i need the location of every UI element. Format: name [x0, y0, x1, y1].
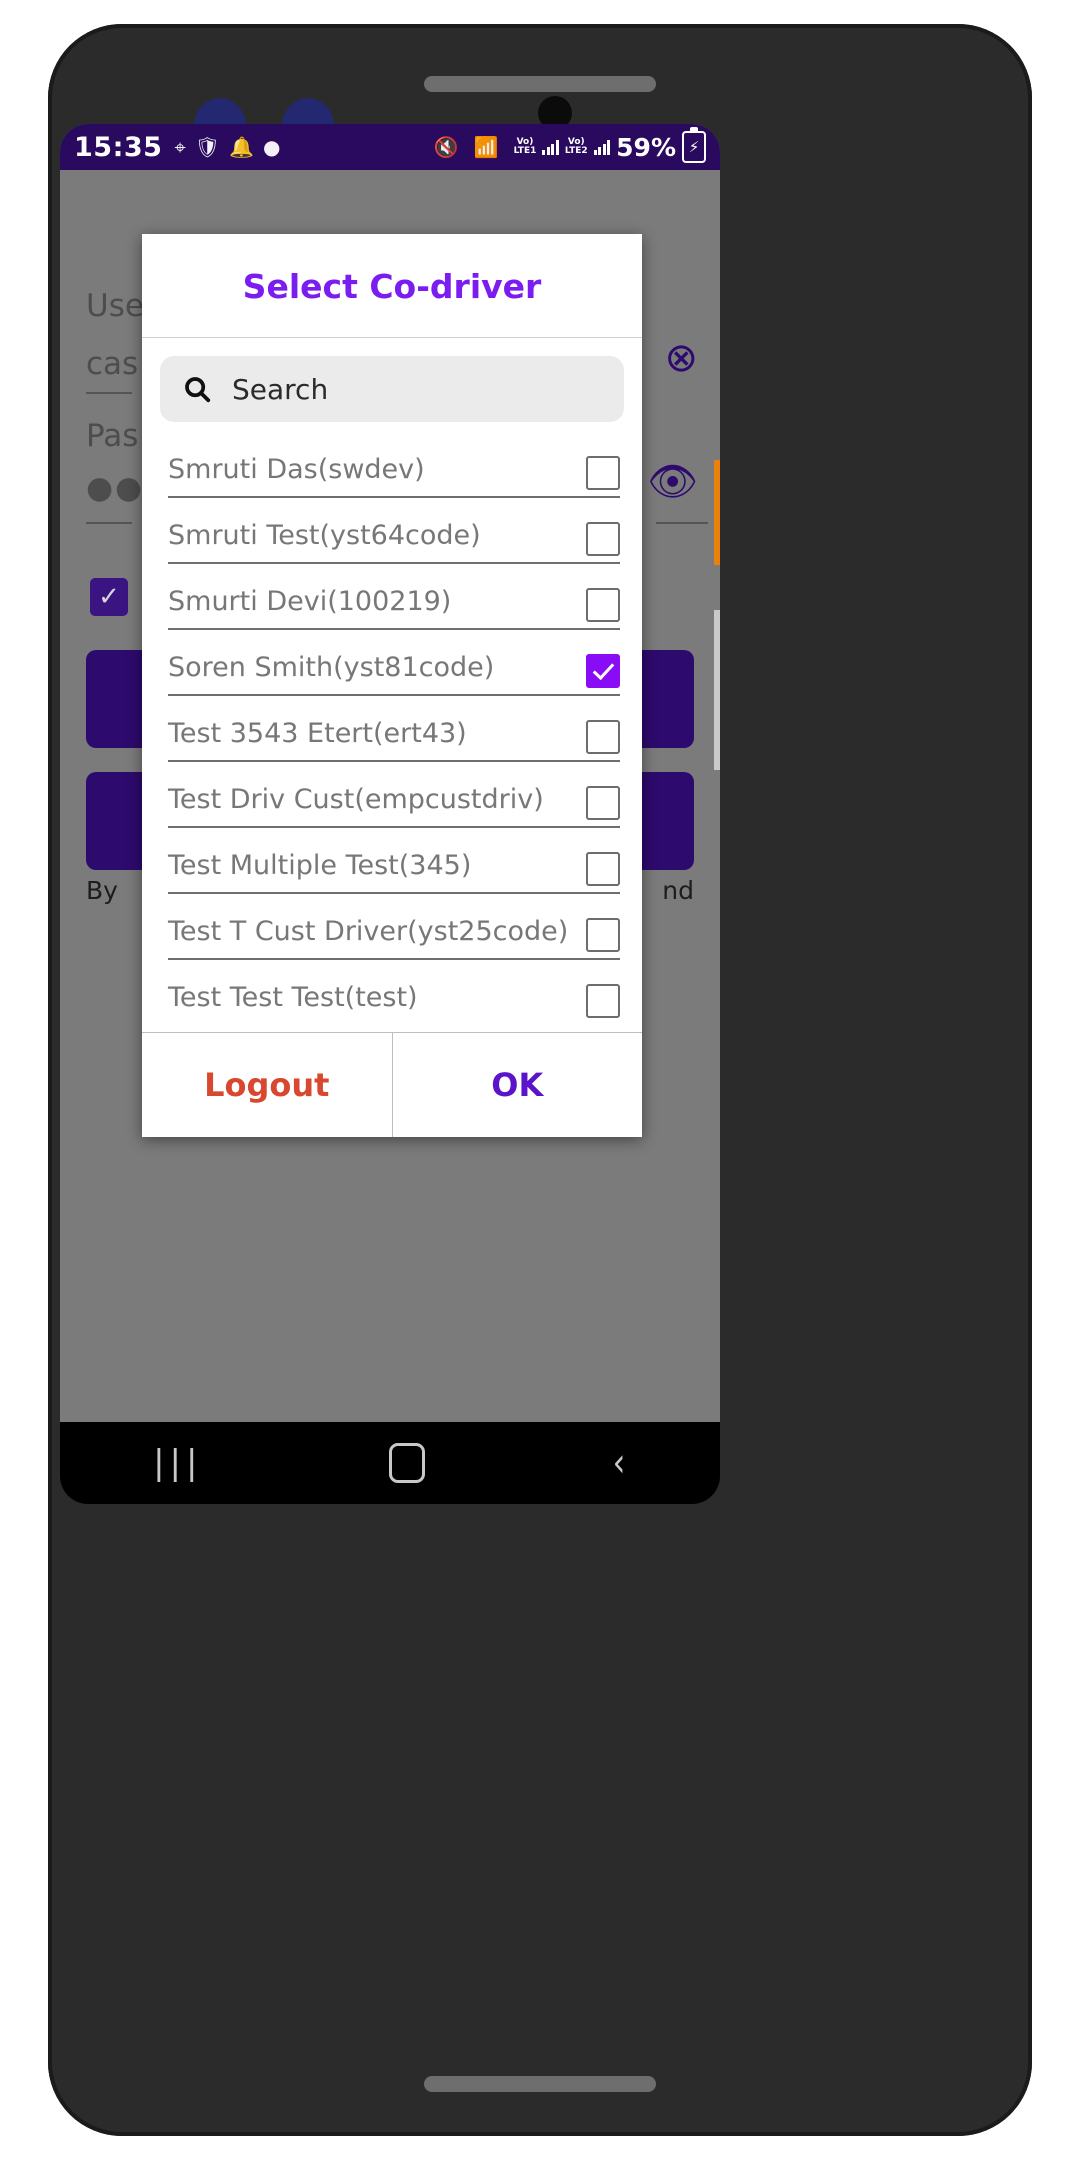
- clear-circle-icon[interactable]: ⊗: [664, 338, 698, 378]
- checkbox-unchecked[interactable]: [586, 984, 620, 1018]
- status-bar: 15:35 ⌖ 🛡 🔔 ● 🔇 📶 Vo) LTE1 Vo) LTE2 59% …: [60, 124, 720, 170]
- android-nav-bar: ||| ‹: [60, 1422, 720, 1504]
- search-input[interactable]: [230, 371, 602, 407]
- username-label: Use: [86, 288, 144, 324]
- phone-screen: 15:35 ⌖ 🛡 🔔 ● 🔇 📶 Vo) LTE1 Vo) LTE2 59% …: [60, 124, 720, 1422]
- search-box[interactable]: [160, 356, 624, 422]
- sim1-bars-icon: [542, 139, 559, 155]
- battery-percent-label: 59%: [616, 132, 676, 162]
- logout-button[interactable]: Logout: [142, 1033, 393, 1137]
- eye-icon[interactable]: 👁: [647, 462, 698, 502]
- list-item-label: Smruti Test(yst64code): [168, 520, 481, 551]
- ok-button[interactable]: OK: [392, 1033, 642, 1137]
- dialog-footer: Logout OK: [142, 1032, 642, 1137]
- list-item-label: Test Test Test(test): [168, 982, 418, 1013]
- checkbox-unchecked[interactable]: [586, 456, 620, 490]
- username-value: cas: [86, 346, 139, 382]
- list-item-label: Soren Smith(yst81code): [168, 652, 495, 683]
- wifi-icon: 📶: [473, 135, 499, 159]
- list-item[interactable]: Smruti Test(yst64code): [160, 498, 624, 562]
- list-item[interactable]: Soren Smith(yst81code): [160, 630, 624, 694]
- list-item[interactable]: Smruti Das(swdev): [160, 432, 624, 496]
- password-underline-right: [656, 522, 708, 524]
- orange-accent-strip: [714, 460, 720, 565]
- remember-me-checkbox[interactable]: ✓: [90, 578, 128, 616]
- list-item-label: Test Multiple Test(345): [168, 850, 472, 881]
- checkbox-unchecked[interactable]: [586, 522, 620, 556]
- checkbox-unchecked[interactable]: [586, 786, 620, 820]
- password-underline: [86, 522, 132, 524]
- sim1-signal: Vo) LTE1: [514, 138, 537, 156]
- sim2-signal: Vo) LTE2: [565, 138, 588, 156]
- list-item[interactable]: Test Multiple Test(345): [160, 828, 624, 892]
- list-item[interactable]: Test Driv Cust(empcustdriv): [160, 762, 624, 826]
- volume-mute-icon: 🔇: [433, 135, 459, 159]
- login-screen-background: Use cas ⊗ Pas ●●●● 👁 ✓ By nd Select Co-d…: [60, 170, 720, 1340]
- consent-text-right: nd: [662, 876, 694, 905]
- search-icon: [182, 374, 212, 404]
- home-icon[interactable]: [388, 1443, 425, 1483]
- bottom-speaker: [424, 2076, 656, 2092]
- checkbox-unchecked[interactable]: [586, 852, 620, 886]
- list-item-label: Test Driv Cust(empcustdriv): [168, 784, 544, 815]
- battery-charging-icon: ⚡: [682, 131, 706, 163]
- shield-icon: 🛡: [194, 135, 221, 159]
- list-item-label: Test 3543 Etert(ert43): [168, 718, 467, 749]
- list-item[interactable]: Smurti Devi(100219): [160, 564, 624, 628]
- list-item-label: Smurti Devi(100219): [168, 586, 452, 617]
- status-right-group: 🔇 📶 Vo) LTE1 Vo) LTE2 59% ⚡: [434, 131, 706, 163]
- list-item[interactable]: Test T Cust Driver(yst25code): [160, 894, 624, 958]
- checkbox-unchecked[interactable]: [586, 588, 620, 622]
- dot-icon: ●: [263, 135, 281, 159]
- sim2-bars-icon: [593, 139, 611, 155]
- password-label: Pas: [86, 418, 139, 454]
- select-codriver-dialog: Select Co-driver Smruti Das(swdev)Smruti…: [142, 234, 642, 1137]
- status-time: 15:35: [74, 131, 163, 163]
- username-underline: [86, 392, 132, 394]
- dialog-title: Select Co-driver: [142, 234, 642, 338]
- back-icon[interactable]: ‹: [612, 1440, 625, 1486]
- location-icon: ⌖: [174, 135, 186, 159]
- consent-text-left: By: [86, 876, 118, 905]
- checkbox-unchecked[interactable]: [586, 918, 620, 952]
- codriver-list[interactable]: Smruti Das(swdev) Smruti Test(yst64code) S…: [160, 432, 624, 1024]
- sim1-network-label: LTE1: [513, 146, 537, 156]
- bell-icon: 🔔: [229, 135, 255, 159]
- checkbox-checked[interactable]: [586, 654, 620, 688]
- list-item-label: Test T Cust Driver(yst25code): [168, 916, 569, 947]
- dialog-body: Smruti Das(swdev) Smruti Test(yst64code) S…: [142, 338, 642, 1024]
- list-item-label: Smruti Das(swdev): [168, 454, 425, 485]
- list-item[interactable]: Test Test Test(test): [160, 960, 624, 1024]
- sim2-network-label: LTE2: [564, 146, 588, 156]
- earpiece-speaker: [424, 76, 656, 92]
- scrollbar-track[interactable]: [714, 610, 720, 770]
- recent-apps-icon[interactable]: |||: [153, 1443, 202, 1483]
- list-item[interactable]: Test 3543 Etert(ert43): [160, 696, 624, 760]
- checkbox-unchecked[interactable]: [586, 720, 620, 754]
